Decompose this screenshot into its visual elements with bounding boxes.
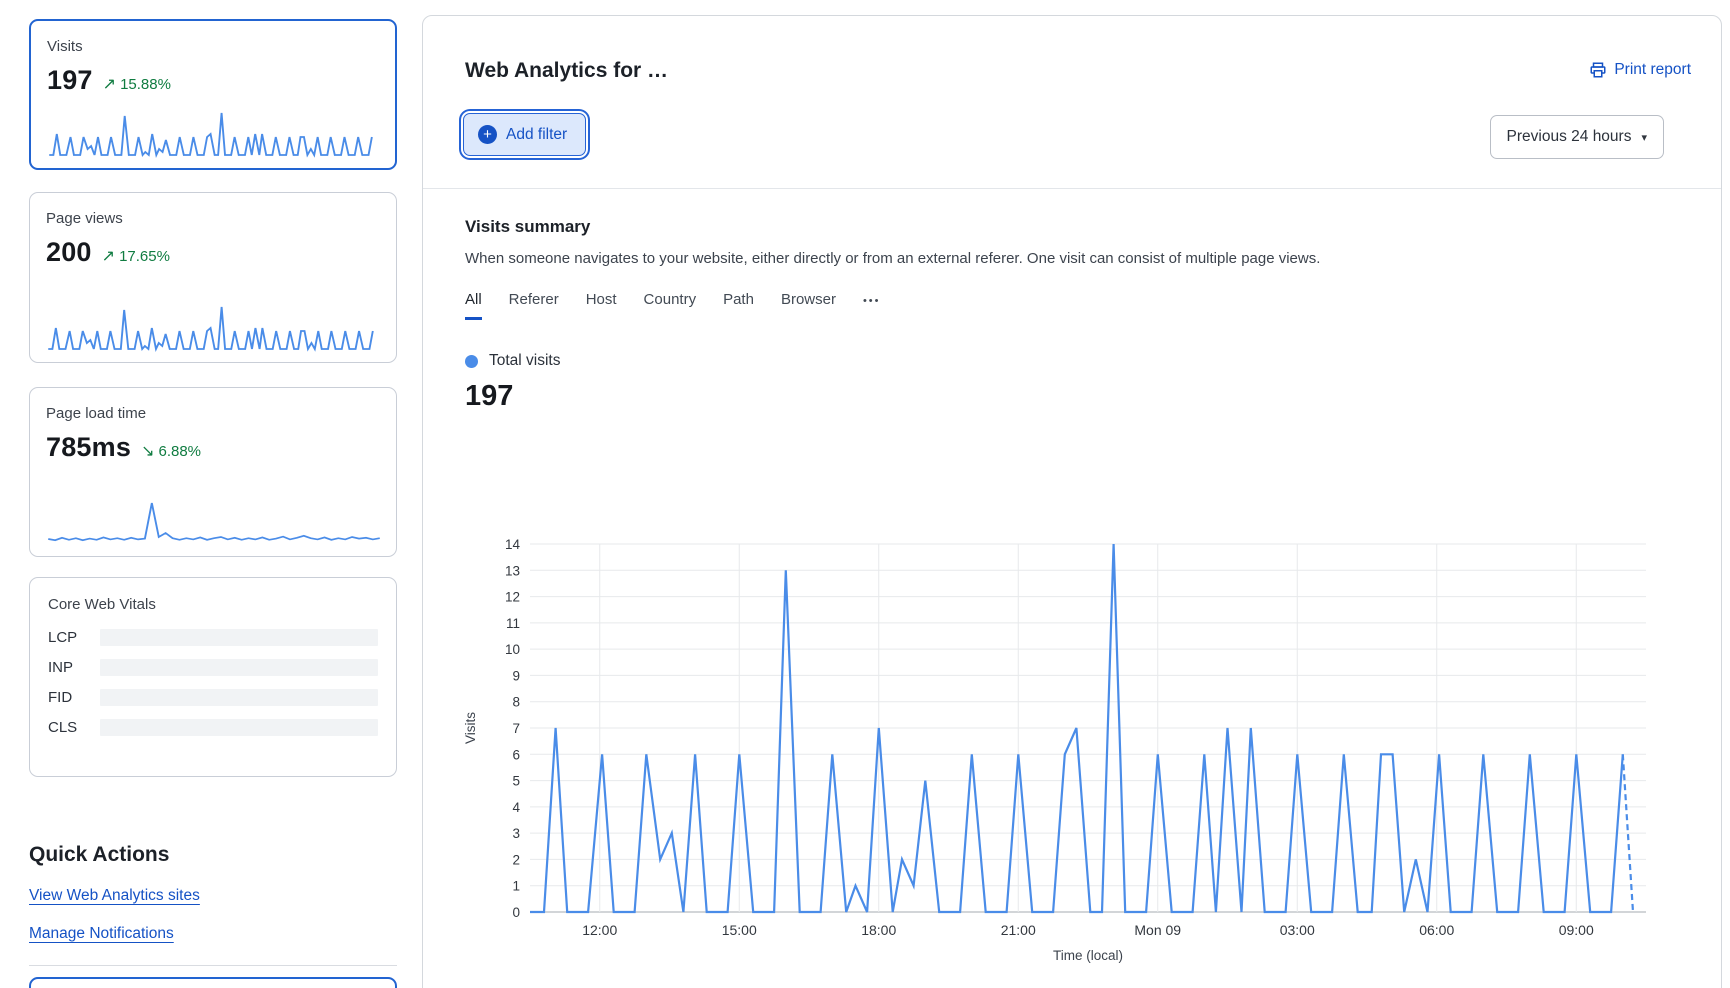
vital-row-fid: FID: [48, 689, 378, 706]
legend-dot-icon: [465, 355, 478, 368]
chevron-down-icon: ▾: [1641, 131, 1647, 144]
main-panel: Web Analytics for … Print report + Add f…: [422, 15, 1722, 988]
svg-text:10: 10: [505, 642, 520, 657]
metric-card-value: 785ms: [46, 432, 131, 463]
svg-text:09:00: 09:00: [1559, 922, 1594, 938]
add-filter-button[interactable]: + Add filter: [463, 113, 586, 156]
svg-text:13: 13: [505, 563, 520, 578]
quick-actions-links: View Web Analytics sites Manage Notifica…: [29, 867, 397, 943]
vital-label: LCP: [48, 629, 100, 646]
time-range-dropdown[interactable]: Previous 24 hours ▾: [1490, 115, 1664, 159]
vital-label: FID: [48, 689, 100, 706]
visits-summary-title: Visits summary: [465, 217, 1691, 237]
core-web-vitals-title: Core Web Vitals: [48, 596, 378, 613]
page-title: Web Analytics for …: [465, 59, 1691, 83]
metric-sparkline: [47, 110, 381, 158]
vital-row-inp: INP: [48, 659, 378, 676]
metrics-sidebar: Visits 197 ↗15.88% Page views 200 ↗17.65…: [29, 0, 397, 988]
tab-more[interactable]: •••: [863, 291, 881, 320]
print-report-label: Print report: [1614, 61, 1691, 79]
svg-text:Visits: Visits: [463, 712, 478, 744]
svg-text:12:00: 12:00: [582, 922, 617, 938]
visits-summary-description: When someone navigates to your website, …: [465, 250, 1691, 267]
metric-card-visits[interactable]: Visits 197 ↗15.88%: [29, 19, 397, 170]
panel-header: Web Analytics for … Print report: [423, 16, 1721, 83]
trend-percent: 6.88%: [158, 443, 201, 460]
svg-text:6: 6: [512, 747, 520, 762]
vital-bar-track: [100, 719, 378, 736]
metric-card-page-load-time[interactable]: Page load time 785ms ↘6.88%: [29, 387, 397, 557]
total-visits-value: 197: [465, 380, 1691, 413]
trend-arrow-icon: ↘: [141, 443, 154, 460]
vital-label: INP: [48, 659, 100, 676]
time-range-label: Previous 24 hours: [1507, 128, 1632, 146]
svg-text:8: 8: [512, 695, 520, 710]
tab-country[interactable]: Country: [644, 291, 697, 320]
svg-text:1: 1: [512, 879, 520, 894]
vital-label: CLS: [48, 719, 100, 736]
chart-legend: Total visits: [465, 352, 1691, 370]
core-web-vitals-rows: LCP INP FID CLS: [48, 629, 378, 736]
visits-line-chart: 0123456789101112131412:0015:0018:0021:00…: [443, 521, 1703, 981]
metric-card-value: 200: [46, 237, 92, 268]
svg-text:5: 5: [512, 774, 520, 789]
metric-cards: Visits 197 ↗15.88% Page views 200 ↗17.65…: [29, 19, 397, 557]
tab-host[interactable]: Host: [586, 291, 617, 320]
metric-card-title: Page views: [46, 210, 380, 227]
quick-action-manage-notifications[interactable]: Manage Notifications: [29, 925, 174, 943]
trend-percent: 17.65%: [119, 248, 170, 265]
metric-card-title: Visits: [47, 38, 379, 55]
svg-text:15:00: 15:00: [722, 922, 757, 938]
svg-text:4: 4: [512, 800, 520, 815]
metric-card-value: 197: [47, 65, 93, 96]
tab-referer[interactable]: Referer: [509, 291, 559, 320]
svg-text:2: 2: [512, 852, 520, 867]
svg-text:0: 0: [512, 905, 520, 920]
svg-text:Mon 09: Mon 09: [1134, 922, 1181, 938]
svg-text:14: 14: [505, 537, 521, 552]
vital-row-cls: CLS: [48, 719, 378, 736]
svg-text:11: 11: [506, 616, 520, 631]
svg-text:7: 7: [512, 721, 520, 736]
vital-bar-track: [100, 629, 378, 646]
quick-actions-title: Quick Actions: [29, 843, 397, 867]
vital-row-lcp: LCP: [48, 629, 378, 646]
page: Visits 197 ↗15.88% Page views 200 ↗17.65…: [0, 0, 1730, 988]
sidebar-divider: [29, 965, 397, 966]
quick-action-view-web-analytics-sites[interactable]: View Web Analytics sites: [29, 887, 200, 905]
trend-arrow-icon: ↗: [102, 248, 115, 265]
metric-card-title: Page load time: [46, 405, 380, 422]
metric-card-trend: ↗17.65%: [102, 246, 170, 266]
metric-card-page-views[interactable]: Page views 200 ↗17.65%: [29, 192, 397, 363]
svg-text:18:00: 18:00: [861, 922, 896, 938]
svg-text:9: 9: [512, 668, 520, 683]
plus-circle-icon: +: [478, 125, 497, 144]
core-web-vitals-card: Core Web Vitals LCP INP FID CLS: [29, 577, 397, 777]
printer-icon: [1589, 61, 1607, 79]
legend-label: Total visits: [489, 352, 561, 370]
vital-bar-track: [100, 659, 378, 676]
svg-text:03:00: 03:00: [1280, 922, 1315, 938]
svg-text:21:00: 21:00: [1001, 922, 1036, 938]
tab-all[interactable]: All: [465, 291, 482, 320]
controls-row: + Add filter Previous 24 hours ▾: [423, 113, 1721, 165]
dimension-tabs: All Referer Host Country Path Browser ••…: [465, 291, 1691, 320]
tab-path[interactable]: Path: [723, 291, 754, 320]
svg-text:12: 12: [505, 590, 520, 605]
vital-bar-track: [100, 689, 378, 706]
visits-summary-section: Visits summary When someone navigates to…: [423, 189, 1721, 413]
svg-text:3: 3: [512, 826, 520, 841]
trend-arrow-icon: ↗: [103, 76, 116, 93]
metric-sparkline: [46, 498, 382, 546]
svg-text:06:00: 06:00: [1419, 922, 1454, 938]
svg-text:Time (local): Time (local): [1053, 948, 1123, 963]
partial-card-below-fold[interactable]: [29, 977, 397, 988]
metric-card-trend: ↘6.88%: [141, 441, 201, 461]
print-report-link[interactable]: Print report: [1589, 61, 1691, 79]
metric-sparkline: [46, 304, 382, 352]
add-filter-label: Add filter: [506, 126, 567, 144]
metric-card-trend: ↗15.88%: [103, 74, 171, 94]
trend-percent: 15.88%: [120, 76, 171, 93]
tab-browser[interactable]: Browser: [781, 291, 836, 320]
